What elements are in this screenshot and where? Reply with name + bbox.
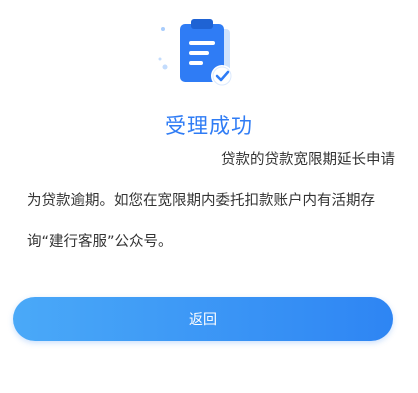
message-line [27, 212, 395, 233]
back-button[interactable]: 返回 [13, 297, 393, 341]
message-line: 为贷款逾期。如您在宽限期内委托扣款账户内有活期存 [27, 193, 375, 209]
message-line [27, 171, 395, 192]
message-line: 询“建行客服”公众号。 [27, 234, 173, 250]
clipboard-check-icon [150, 10, 270, 100]
page-title: 受理成功 [165, 114, 253, 138]
result-message: 贷款的贷款宽限期延长申请 为贷款逾期。如您在宽限期内委托扣款账户内有活期存 询“… [27, 150, 395, 253]
message-line: 贷款的贷款宽限期延长申请 [221, 152, 395, 168]
